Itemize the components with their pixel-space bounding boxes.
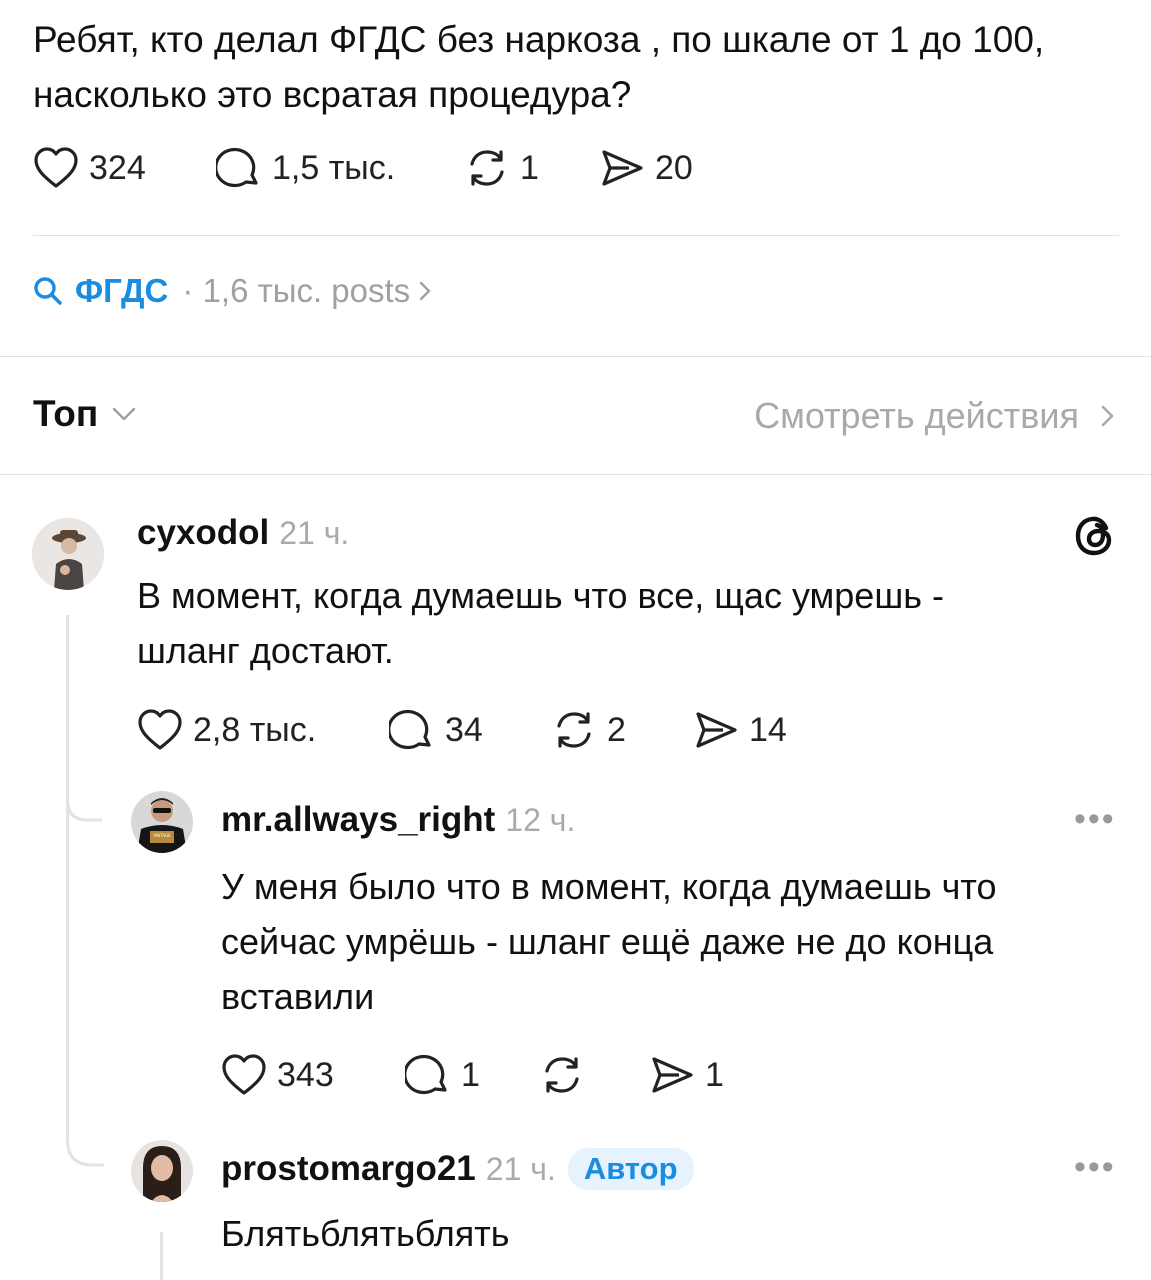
reply-button[interactable]: 1,5 тыс. bbox=[216, 145, 464, 191]
share-count: 1 bbox=[705, 1055, 724, 1094]
speech-bubble-icon bbox=[216, 147, 258, 188]
comment-text: В момент, когда думаешь что все, щас умр… bbox=[137, 568, 1117, 678]
like-button[interactable]: 2,8 тыс. bbox=[137, 708, 389, 752]
thread-branch bbox=[66, 1110, 104, 1167]
comment-text: Блятьблятьблять bbox=[221, 1213, 510, 1254]
repost-count: 1 bbox=[520, 148, 539, 187]
avatar-shirt-text: VINTAGE bbox=[153, 833, 171, 838]
username[interactable]: mr.allways_right bbox=[221, 800, 495, 840]
chevron-right-icon bbox=[1101, 405, 1114, 427]
timestamp: 21 ч. bbox=[485, 1150, 556, 1187]
send-icon bbox=[602, 150, 643, 186]
share-count: 20 bbox=[655, 148, 693, 187]
view-activity-link[interactable]: Смотреть действия bbox=[754, 395, 1119, 437]
comment-text-line: сейчас умрёшь - шланг ещё даже не до кон… bbox=[221, 921, 994, 962]
divider bbox=[0, 356, 1151, 357]
thread-line bbox=[160, 1232, 163, 1280]
post-actions: 324 1,5 тыс. 1 20 bbox=[33, 145, 693, 191]
view-activity-label: Смотреть действия bbox=[754, 395, 1079, 436]
speech-bubble-icon bbox=[405, 1054, 447, 1095]
topic-name: ФГДС bbox=[75, 272, 169, 309]
threads-logo-icon bbox=[1075, 516, 1112, 556]
thread-line bbox=[66, 615, 69, 1115]
avatar[interactable] bbox=[131, 1140, 193, 1202]
username[interactable]: cyxodol bbox=[137, 513, 269, 553]
repost-icon bbox=[557, 712, 591, 748]
share-button[interactable]: 1 bbox=[649, 1053, 724, 1097]
search-icon bbox=[34, 277, 62, 305]
repost-button[interactable] bbox=[539, 1053, 649, 1097]
more-dots-icon[interactable]: ••• bbox=[1074, 1148, 1116, 1187]
repost-icon bbox=[545, 1057, 579, 1093]
like-button[interactable]: 324 bbox=[33, 146, 216, 190]
divider bbox=[0, 474, 1151, 475]
reply-button[interactable]: 34 bbox=[389, 707, 551, 753]
like-count: 2,8 тыс. bbox=[193, 710, 317, 749]
post-text: Ребят, кто делал ФГДС без наркоза , по ш… bbox=[33, 19, 1045, 115]
share-count: 14 bbox=[749, 710, 787, 749]
timestamp: 21 ч. bbox=[279, 515, 350, 551]
reply-count: 34 bbox=[445, 710, 483, 749]
comment-actions: 2,8 тыс. 34 2 14 bbox=[137, 707, 787, 753]
avatar-image bbox=[131, 1140, 193, 1202]
comment-header: prostomargo21 21 ч. Автор bbox=[221, 1148, 694, 1190]
username[interactable]: prostomargo21 bbox=[221, 1149, 476, 1189]
comment-actions: 343 1 1 bbox=[221, 1052, 724, 1098]
heart-icon bbox=[138, 709, 182, 750]
sort-dropdown[interactable]: Топ bbox=[33, 393, 138, 435]
avatar[interactable]: VINTAGE bbox=[131, 791, 193, 853]
send-icon bbox=[696, 712, 737, 748]
topic-link[interactable]: ФГДС · 1,6 тыс. posts bbox=[33, 272, 434, 310]
avatar-image: VINTAGE bbox=[131, 791, 193, 853]
comment-text: У меня было что в момент, когда думаешь … bbox=[221, 859, 1121, 1024]
avatar[interactable] bbox=[32, 518, 104, 590]
comment-header: mr.allways_right 12 ч. bbox=[221, 800, 575, 840]
comment-header: cyxodol 21 ч. bbox=[137, 513, 349, 553]
send-icon bbox=[652, 1057, 693, 1093]
speech-bubble-icon bbox=[389, 709, 431, 750]
sort-label: Топ bbox=[33, 393, 99, 434]
author-badge: Автор bbox=[567, 1148, 694, 1190]
comment-text-line: шланг достают. bbox=[137, 630, 394, 671]
topic-meta: · 1,6 тыс. posts bbox=[182, 272, 411, 309]
comment-text-line: У меня было что в момент, когда думаешь … bbox=[221, 866, 997, 907]
heart-icon bbox=[34, 147, 78, 188]
repost-button[interactable]: 1 bbox=[464, 146, 599, 190]
repost-button[interactable]: 2 bbox=[551, 708, 693, 752]
comment-text-line: вставили bbox=[221, 976, 375, 1017]
like-count: 324 bbox=[89, 148, 146, 187]
like-button[interactable]: 343 bbox=[221, 1053, 405, 1097]
chevron-down-icon bbox=[113, 407, 136, 421]
reply-count: 1,5 тыс. bbox=[272, 148, 396, 187]
avatar-image bbox=[32, 518, 104, 590]
heart-icon bbox=[222, 1054, 266, 1095]
thread-branch bbox=[66, 780, 102, 822]
repost-icon bbox=[470, 150, 504, 186]
comment-text-line: В момент, когда думаешь что все, щас умр… bbox=[137, 575, 944, 616]
divider bbox=[33, 235, 1119, 236]
chevron-right-icon bbox=[419, 281, 431, 301]
like-count: 343 bbox=[277, 1055, 334, 1094]
repost-count: 2 bbox=[607, 710, 626, 749]
reply-button[interactable]: 1 bbox=[405, 1052, 539, 1098]
timestamp: 12 ч. bbox=[505, 802, 576, 838]
more-dots-icon[interactable]: ••• bbox=[1074, 800, 1116, 839]
reply-count: 1 bbox=[461, 1055, 480, 1094]
share-button[interactable]: 14 bbox=[693, 708, 787, 752]
share-button[interactable]: 20 bbox=[599, 146, 693, 190]
